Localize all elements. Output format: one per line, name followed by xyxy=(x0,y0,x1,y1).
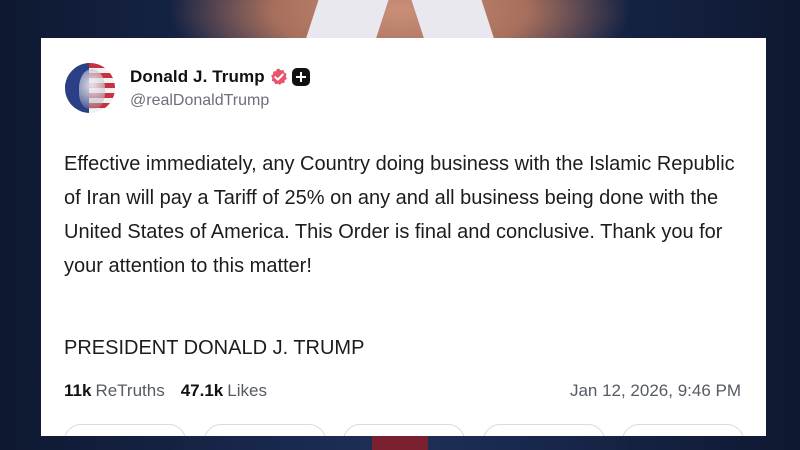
retruths-label[interactable]: ReTruths xyxy=(95,381,164,401)
avatar[interactable] xyxy=(65,63,115,113)
post-timestamp[interactable]: Jan 12, 2026, 9:46 PM xyxy=(570,381,741,401)
post-stats: 11k ReTruths 47.1k Likes Jan 12, 2026, 9… xyxy=(64,379,741,403)
like-button[interactable] xyxy=(343,424,465,436)
shirt-collar-left xyxy=(305,0,389,40)
share-button[interactable] xyxy=(482,424,605,436)
post-signature: PRESIDENT DONALD J. TRUMP xyxy=(64,337,365,359)
shirt-collar-right xyxy=(411,0,495,40)
retruth-button[interactable] xyxy=(203,424,326,436)
verified-badge-icon xyxy=(270,68,288,86)
plus-badge-icon xyxy=(291,68,310,86)
author-handle[interactable]: @realDonaldTrump xyxy=(130,92,269,110)
post-body-text: Effective immediately, any Country doing… xyxy=(64,153,735,277)
likes-count[interactable]: 47.1k xyxy=(181,381,224,401)
retruths-count[interactable]: 11k xyxy=(64,381,91,401)
likes-label[interactable]: Likes xyxy=(227,381,267,401)
author-name-row: Donald J. Trump xyxy=(130,65,310,89)
post-actions xyxy=(64,424,744,436)
author-display-name[interactable]: Donald J. Trump xyxy=(130,67,265,87)
avatar-face xyxy=(79,69,105,109)
more-button[interactable] xyxy=(622,424,744,436)
post-card: Donald J. Trump @realDonaldTrump Effecti… xyxy=(41,38,766,436)
reply-button[interactable] xyxy=(64,424,186,436)
